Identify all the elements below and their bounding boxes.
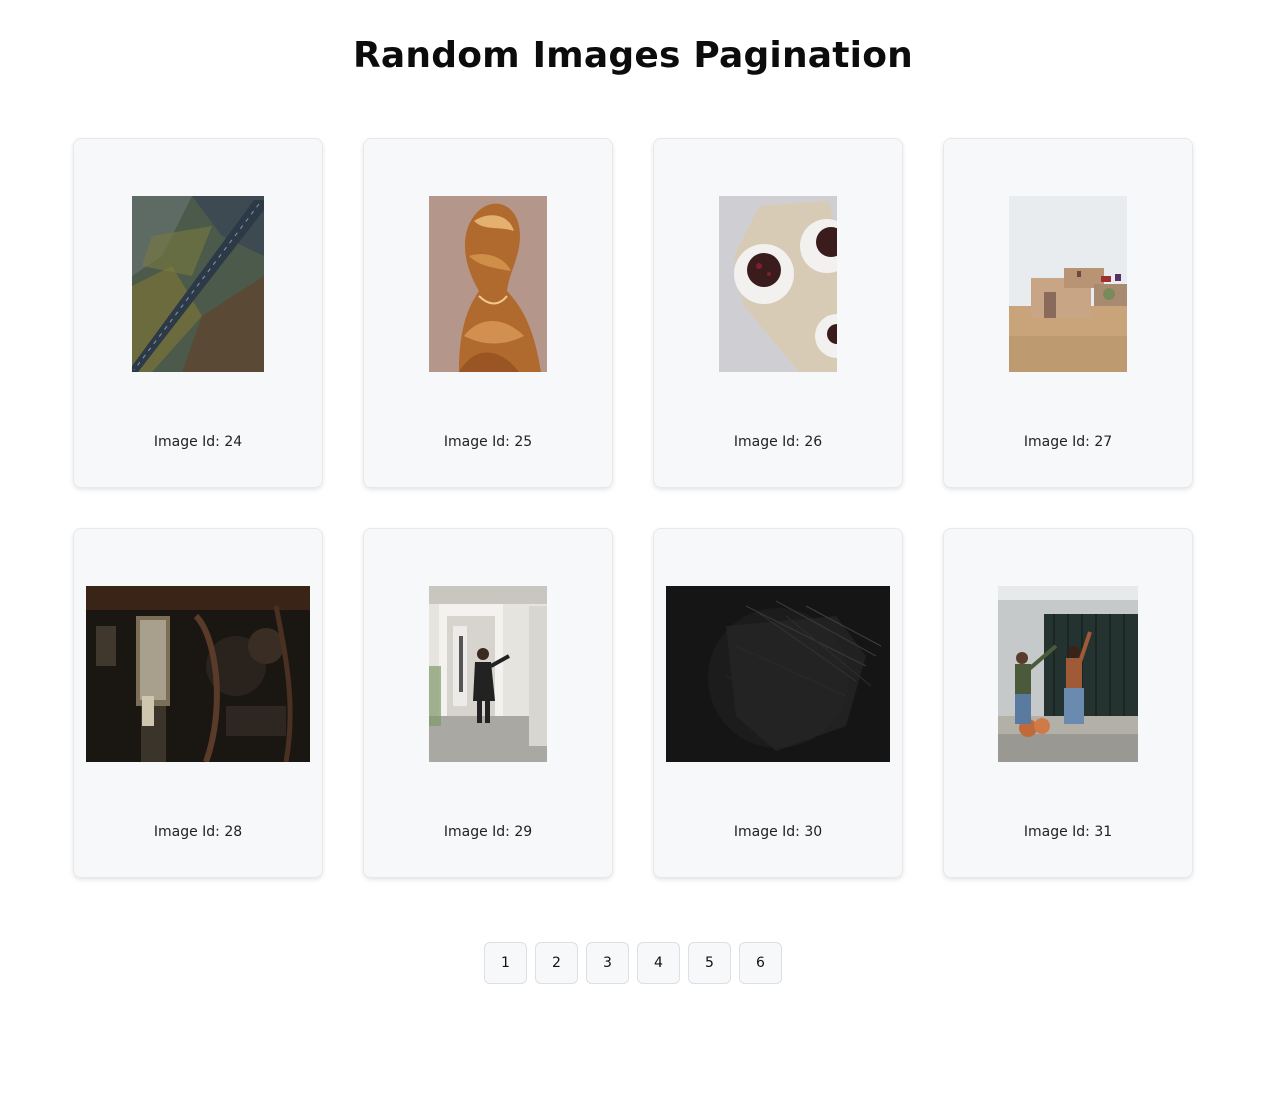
dark-sphere-photo[interactable] — [666, 586, 890, 762]
image-card[interactable]: Image Id: 31 — [943, 528, 1193, 878]
image-frame — [364, 586, 612, 762]
image-frame — [654, 196, 902, 372]
page: Random Images Pagination Image Id: 24 Im… — [0, 0, 1266, 1093]
image-card[interactable]: Image Id: 30 — [653, 528, 903, 878]
image-frame — [944, 196, 1192, 372]
image-card[interactable]: Image Id: 26 — [653, 138, 903, 488]
page-button-6[interactable]: 6 — [739, 942, 782, 984]
doorway-portrait-photo[interactable] — [429, 586, 547, 762]
image-grid: Image Id: 24 Image Id: 25 Image Id: 26 I… — [73, 138, 1193, 878]
image-frame — [364, 196, 612, 372]
page-button-1[interactable]: 1 — [484, 942, 527, 984]
image-id-label: Image Id: 30 — [733, 824, 823, 840]
image-id-label: Image Id: 28 — [153, 824, 243, 840]
image-id-label: Image Id: 24 — [153, 434, 243, 450]
image-frame — [654, 586, 902, 762]
image-card[interactable]: Image Id: 29 — [363, 528, 613, 878]
page-button-4[interactable]: 4 — [637, 942, 680, 984]
image-id-label: Image Id: 26 — [733, 434, 823, 450]
image-frame — [74, 196, 322, 372]
image-id-label: Image Id: 29 — [443, 824, 533, 840]
curtains-couple-photo[interactable] — [998, 586, 1138, 762]
page-button-3[interactable]: 3 — [586, 942, 629, 984]
image-frame — [74, 586, 322, 762]
image-card[interactable]: Image Id: 27 — [943, 138, 1193, 488]
desert-house-photo[interactable] — [1009, 196, 1127, 372]
locomotive-cab-photo[interactable] — [86, 586, 310, 762]
image-card[interactable]: Image Id: 24 — [73, 138, 323, 488]
page-button-5[interactable]: 5 — [688, 942, 731, 984]
hair-portrait-photo[interactable] — [429, 196, 547, 372]
image-card[interactable]: Image Id: 28 — [73, 528, 323, 878]
image-card[interactable]: Image Id: 25 — [363, 138, 613, 488]
pagination: 1 2 3 4 5 6 — [0, 942, 1266, 984]
image-id-label: Image Id: 27 — [1023, 434, 1113, 450]
page-title: Random Images Pagination — [353, 35, 913, 76]
image-frame — [944, 586, 1192, 762]
road-aerial-photo[interactable] — [132, 196, 264, 372]
page-button-2[interactable]: 2 — [535, 942, 578, 984]
dessert-photo[interactable] — [719, 196, 837, 372]
image-id-label: Image Id: 25 — [443, 434, 533, 450]
image-id-label: Image Id: 31 — [1023, 824, 1113, 840]
